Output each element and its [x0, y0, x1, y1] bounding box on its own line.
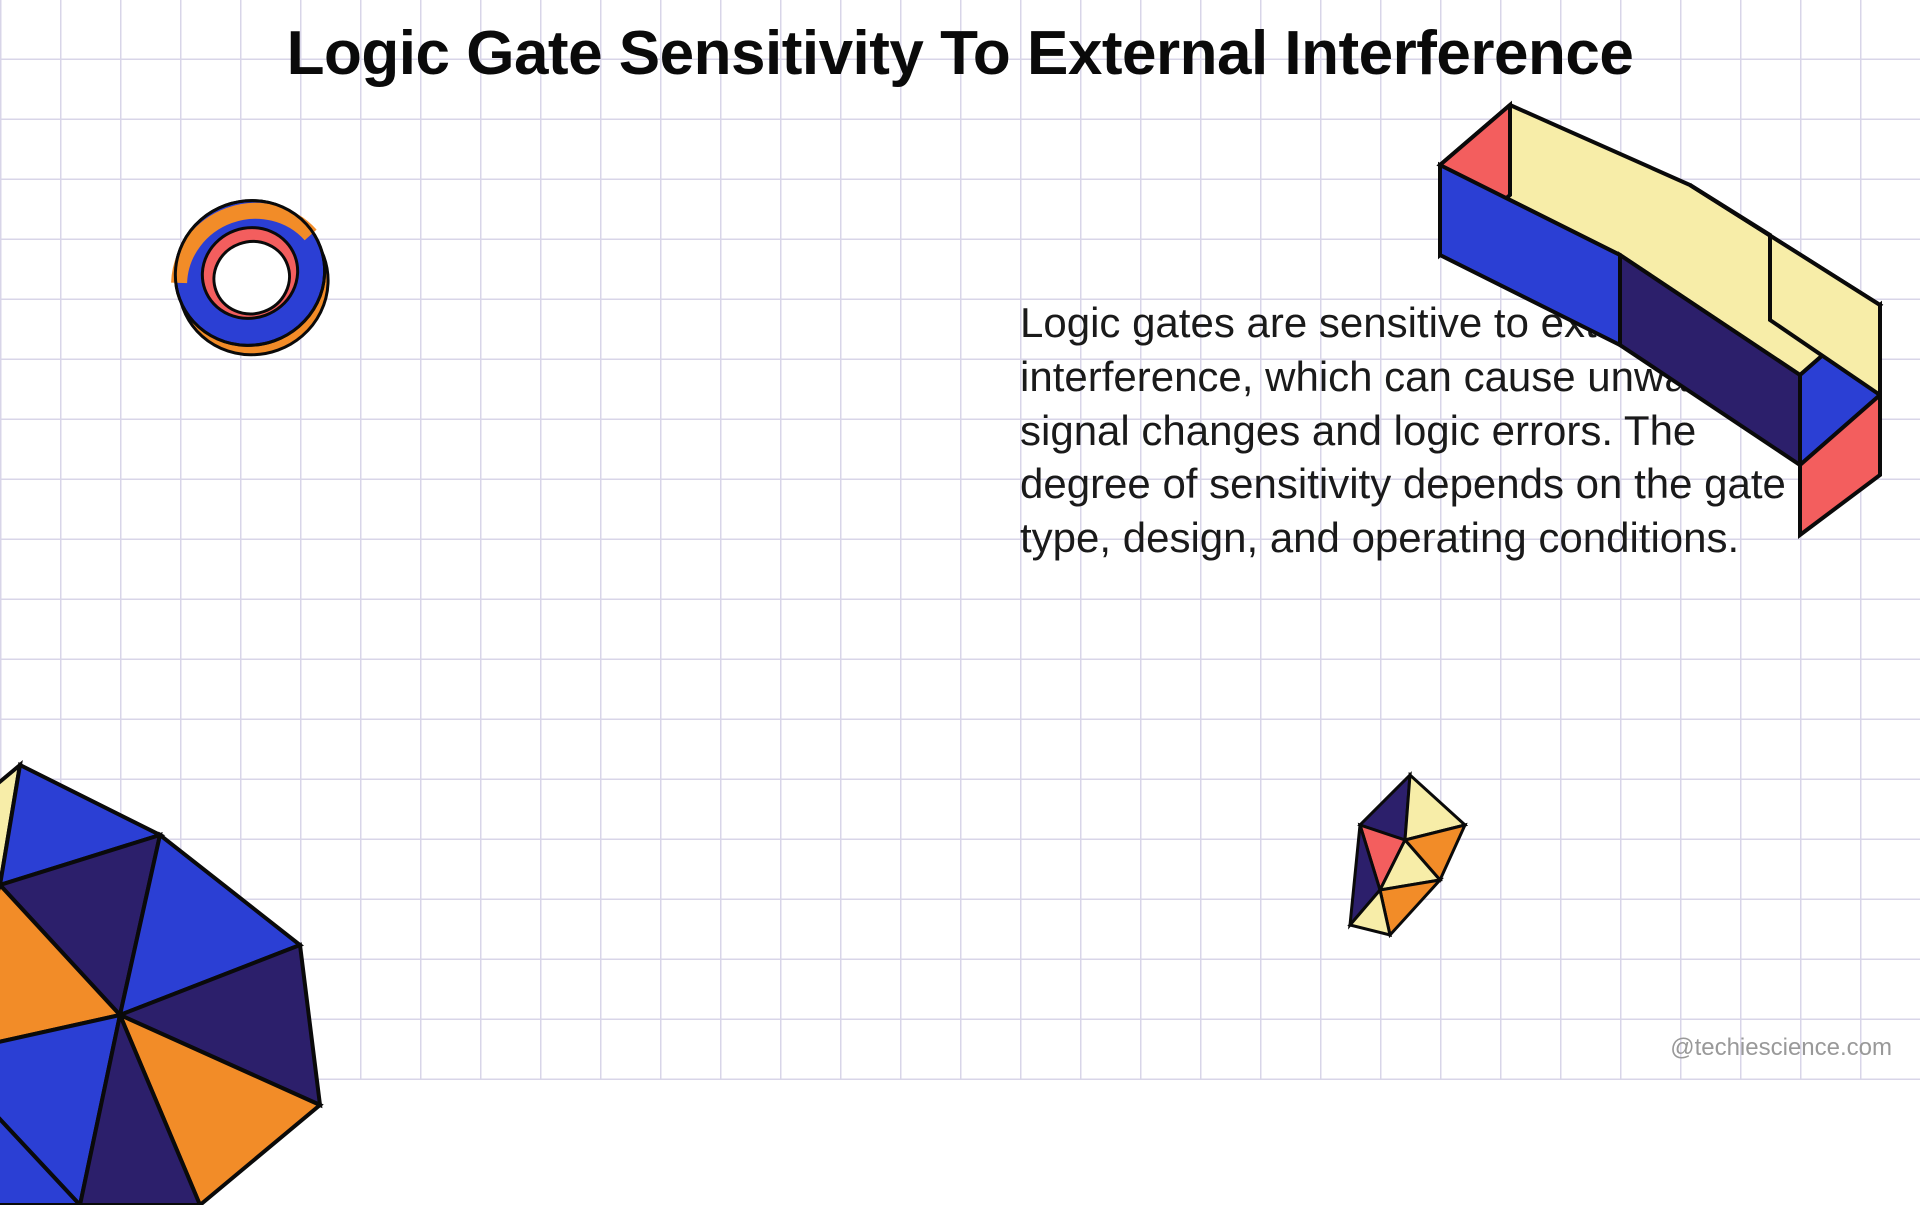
crystal-gem-icon [1330, 770, 1490, 955]
ring-shape-icon [160, 183, 340, 368]
geodesic-dome-icon [0, 705, 460, 1210]
attribution-text: @techiescience.com [1670, 1034, 1892, 1062]
bent-prism-icon [1410, 55, 1920, 560]
